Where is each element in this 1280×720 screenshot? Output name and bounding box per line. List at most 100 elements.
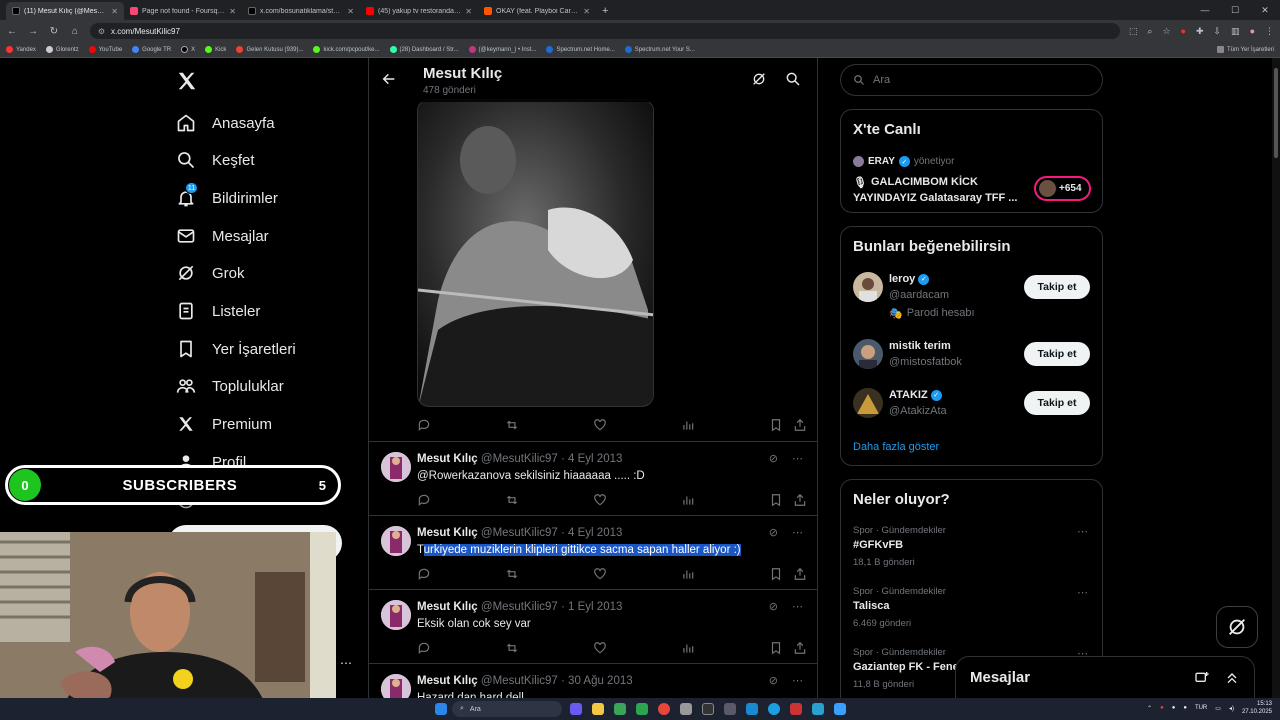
retweet-icon[interactable] [505,492,519,508]
network-icon[interactable]: ▭ [1215,705,1221,712]
tweet-photo[interactable] [417,99,654,407]
tweet-more-icon[interactable]: ⋯ [792,600,803,613]
bookmark-spectrum-2[interactable]: Spectrum.net Your S... [624,46,695,53]
sidepanel-icon[interactable]: ▥ [1231,26,1240,37]
clock[interactable]: 15:13 27.10.2025 [1242,700,1272,716]
star-icon[interactable]: ☆ [1162,26,1170,37]
views-icon[interactable] [681,566,695,582]
maximize-icon[interactable]: ☐ [1220,0,1250,20]
grok-icon[interactable]: ⊘ [769,526,778,539]
back-icon[interactable]: ← [6,26,18,37]
tray-app-icon[interactable]: ● [1172,705,1176,711]
avatar[interactable] [381,452,411,482]
tweet-more-icon[interactable]: ⋯ [792,452,803,465]
share-icon[interactable] [793,417,807,433]
reply-icon[interactable] [417,417,431,433]
bookmark-kick[interactable]: Kick [205,46,226,53]
bookmark-google[interactable]: Google TR [132,46,171,53]
new-tab-button[interactable]: + [596,2,614,20]
browser-avatar[interactable]: ● [1250,26,1255,37]
x-logo-icon[interactable] [176,70,200,94]
extension-icon[interactable]: ● [1181,26,1186,37]
avatar[interactable] [381,600,411,630]
like-icon[interactable] [593,566,607,582]
trend-more-icon[interactable]: ⋯ [1077,586,1088,599]
app-icon[interactable] [680,703,692,715]
bookmark-yandex[interactable]: Yandex [6,46,36,53]
all-bookmarks[interactable]: Tüm Yer İşaretleri [1216,46,1274,53]
bookmark-spectrum-1[interactable]: Spectrum.net Home... [546,46,615,53]
url-bar[interactable]: ⚙ x.com/MesutKilic97 [89,23,1120,39]
volume-icon[interactable]: ◂) [1229,705,1234,712]
new-message-icon[interactable] [1194,670,1210,686]
reply-icon[interactable] [417,566,431,582]
grok-icon[interactable]: ⊘ [769,452,778,465]
bookmark-x[interactable]: X [181,46,195,53]
like-icon[interactable] [593,640,607,656]
search-icon[interactable] [785,71,801,87]
reply-icon[interactable] [417,640,431,656]
nav-premium[interactable]: Premium [176,410,272,438]
avatar[interactable] [853,272,883,302]
app-icon[interactable] [834,703,846,715]
suggestion-name[interactable]: leroy ✓ [889,273,930,285]
language-indicator[interactable]: TUR [1195,705,1207,711]
tray-app-icon[interactable]: ● [1160,705,1164,711]
store-icon[interactable] [614,703,626,715]
close-tab-icon[interactable]: ✕ [465,7,472,16]
tweet-author[interactable]: Mesut Kılıç @MesutKilic97 · 30 Ağu 2013 [417,675,633,687]
avatar[interactable] [381,526,411,556]
tweet-more-icon[interactable]: ⋯ [792,674,803,687]
share-icon[interactable] [793,640,807,656]
show-more-link[interactable]: Daha fazla göster [853,441,939,453]
nav-explore[interactable]: Keşfet [176,146,255,174]
app-icon[interactable] [812,703,824,715]
app-icon[interactable] [746,703,758,715]
tweet-author[interactable]: Mesut Kılıç @MesutKilic97 · 1 Eyl 2013 [417,601,622,613]
like-icon[interactable] [593,492,607,508]
account-more-icon[interactable]: ⋯ [340,656,352,670]
trend-title[interactable]: Talisca [853,600,890,612]
minimize-icon[interactable]: — [1190,0,1220,20]
trend-title[interactable]: #GFKvFB [853,539,903,551]
nav-home[interactable]: Anasayfa [176,109,275,137]
close-tab-icon[interactable]: ✕ [347,7,354,16]
browser-tab-3[interactable]: x.com/bosunatiklama/status/1! ✕ [242,2,360,20]
zoom-icon[interactable]: ⌕ [1147,26,1152,37]
close-tab-icon[interactable]: ✕ [583,7,590,16]
suggestion-name[interactable]: ATAKIZ ✓ [889,389,942,401]
live-card[interactable]: X'te Canlı ERAY ✓ yönetiyor 🎙 GALACIMBOM … [840,109,1103,213]
reply-icon[interactable] [417,492,431,508]
search-input[interactable]: Ara [840,64,1103,96]
follow-button[interactable]: Takip et [1024,342,1090,366]
bookmark-youtube[interactable]: YouTube [88,46,122,53]
follow-button[interactable]: Takip et [1024,391,1090,415]
forward-icon[interactable]: → [27,26,39,37]
downloads-icon[interactable]: ⇩ [1214,26,1222,37]
tweet-item[interactable]: Mesut Kılıç @MesutKilic97 · 1 Eyl 2013 ⊘… [369,589,817,663]
views-icon[interactable] [681,417,695,433]
nav-messages[interactable]: Mesajlar [176,222,269,250]
back-arrow-icon[interactable] [381,71,397,87]
views-icon[interactable] [681,492,695,508]
trend-more-icon[interactable]: ⋯ [1077,525,1088,538]
page-scrollbar[interactable] [1272,58,1280,698]
nav-bookmarks[interactable]: Yer İşaretleri [176,335,296,363]
grok-floating-button[interactable] [1216,606,1258,648]
avatar[interactable] [853,388,883,418]
live-host[interactable]: ERAY ✓ yönetiyor [853,156,954,167]
site-info-icon[interactable]: ⚙ [98,27,105,36]
tweet-author[interactable]: Mesut Kılıç @MesutKilic97 · 4 Eyl 2013 [417,453,622,465]
bookmark-icon[interactable] [769,492,783,508]
bookmark-glorentz[interactable]: Glorentz [45,46,79,53]
nav-communities[interactable]: Topluluklar [176,372,284,400]
app-icon[interactable] [724,703,736,715]
browser-tab-5[interactable]: OKAY (feat. Playboi Carti & ✕ [478,2,596,20]
nav-grok[interactable]: Grok [176,259,245,287]
reload-icon[interactable]: ↻ [48,26,60,37]
extensions-puzzle-icon[interactable]: ✚ [1196,26,1204,37]
tweet-item[interactable]: Mesut Kılıç @MesutKilic97 · 4 Eyl 2013 ⊘… [369,441,817,515]
bookmark-kick-2[interactable]: kick.com/pcpout/ke... [313,46,380,53]
views-icon[interactable] [681,640,695,656]
copilot-icon[interactable] [570,703,582,715]
